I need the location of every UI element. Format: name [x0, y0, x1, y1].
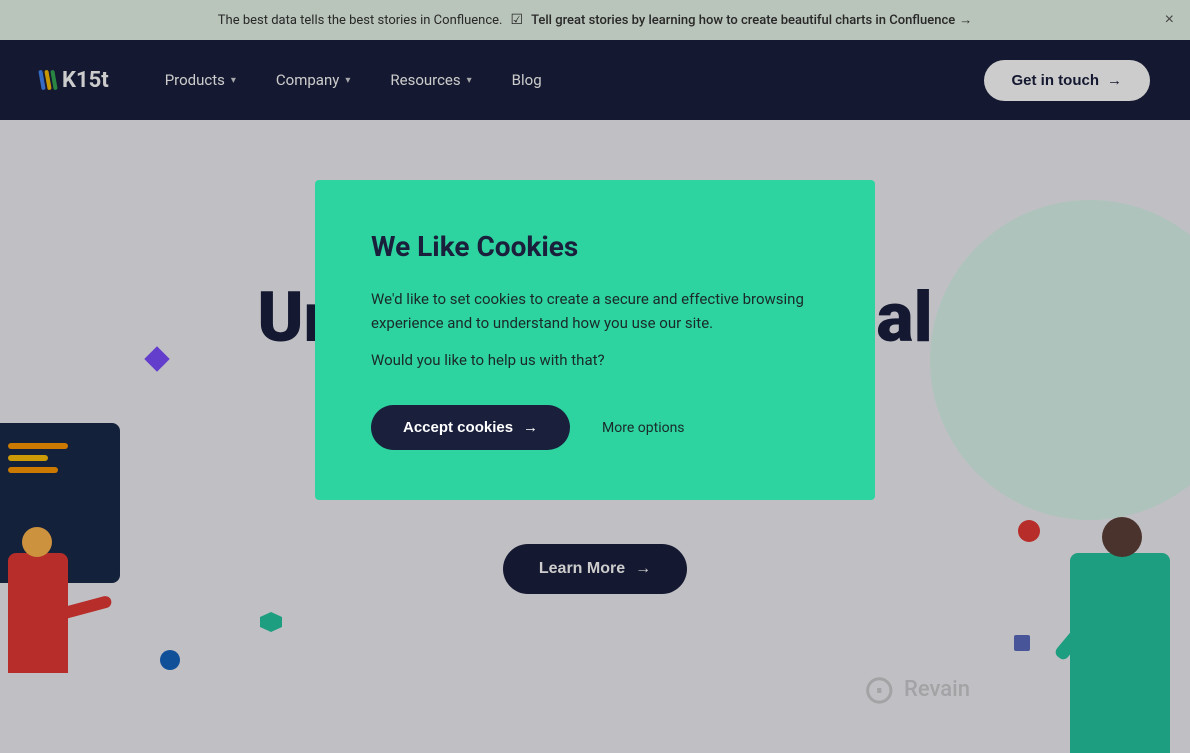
- cookie-overlay: We Like Cookies We'd like to set cookies…: [0, 0, 1190, 753]
- cookie-body-text: We'd like to set cookies to create a sec…: [371, 287, 819, 335]
- cookie-actions: Accept cookies → More options: [371, 405, 819, 450]
- accept-cookies-label: Accept cookies: [403, 419, 513, 436]
- cookie-question-text: Would you like to help us with that?: [371, 351, 819, 369]
- cookie-title: We Like Cookies: [371, 230, 819, 263]
- cookie-modal: We Like Cookies We'd like to set cookies…: [315, 180, 875, 500]
- more-options-link[interactable]: More options: [602, 420, 685, 436]
- accept-cookies-button[interactable]: Accept cookies →: [371, 405, 570, 450]
- accept-arrow-icon: →: [523, 419, 538, 436]
